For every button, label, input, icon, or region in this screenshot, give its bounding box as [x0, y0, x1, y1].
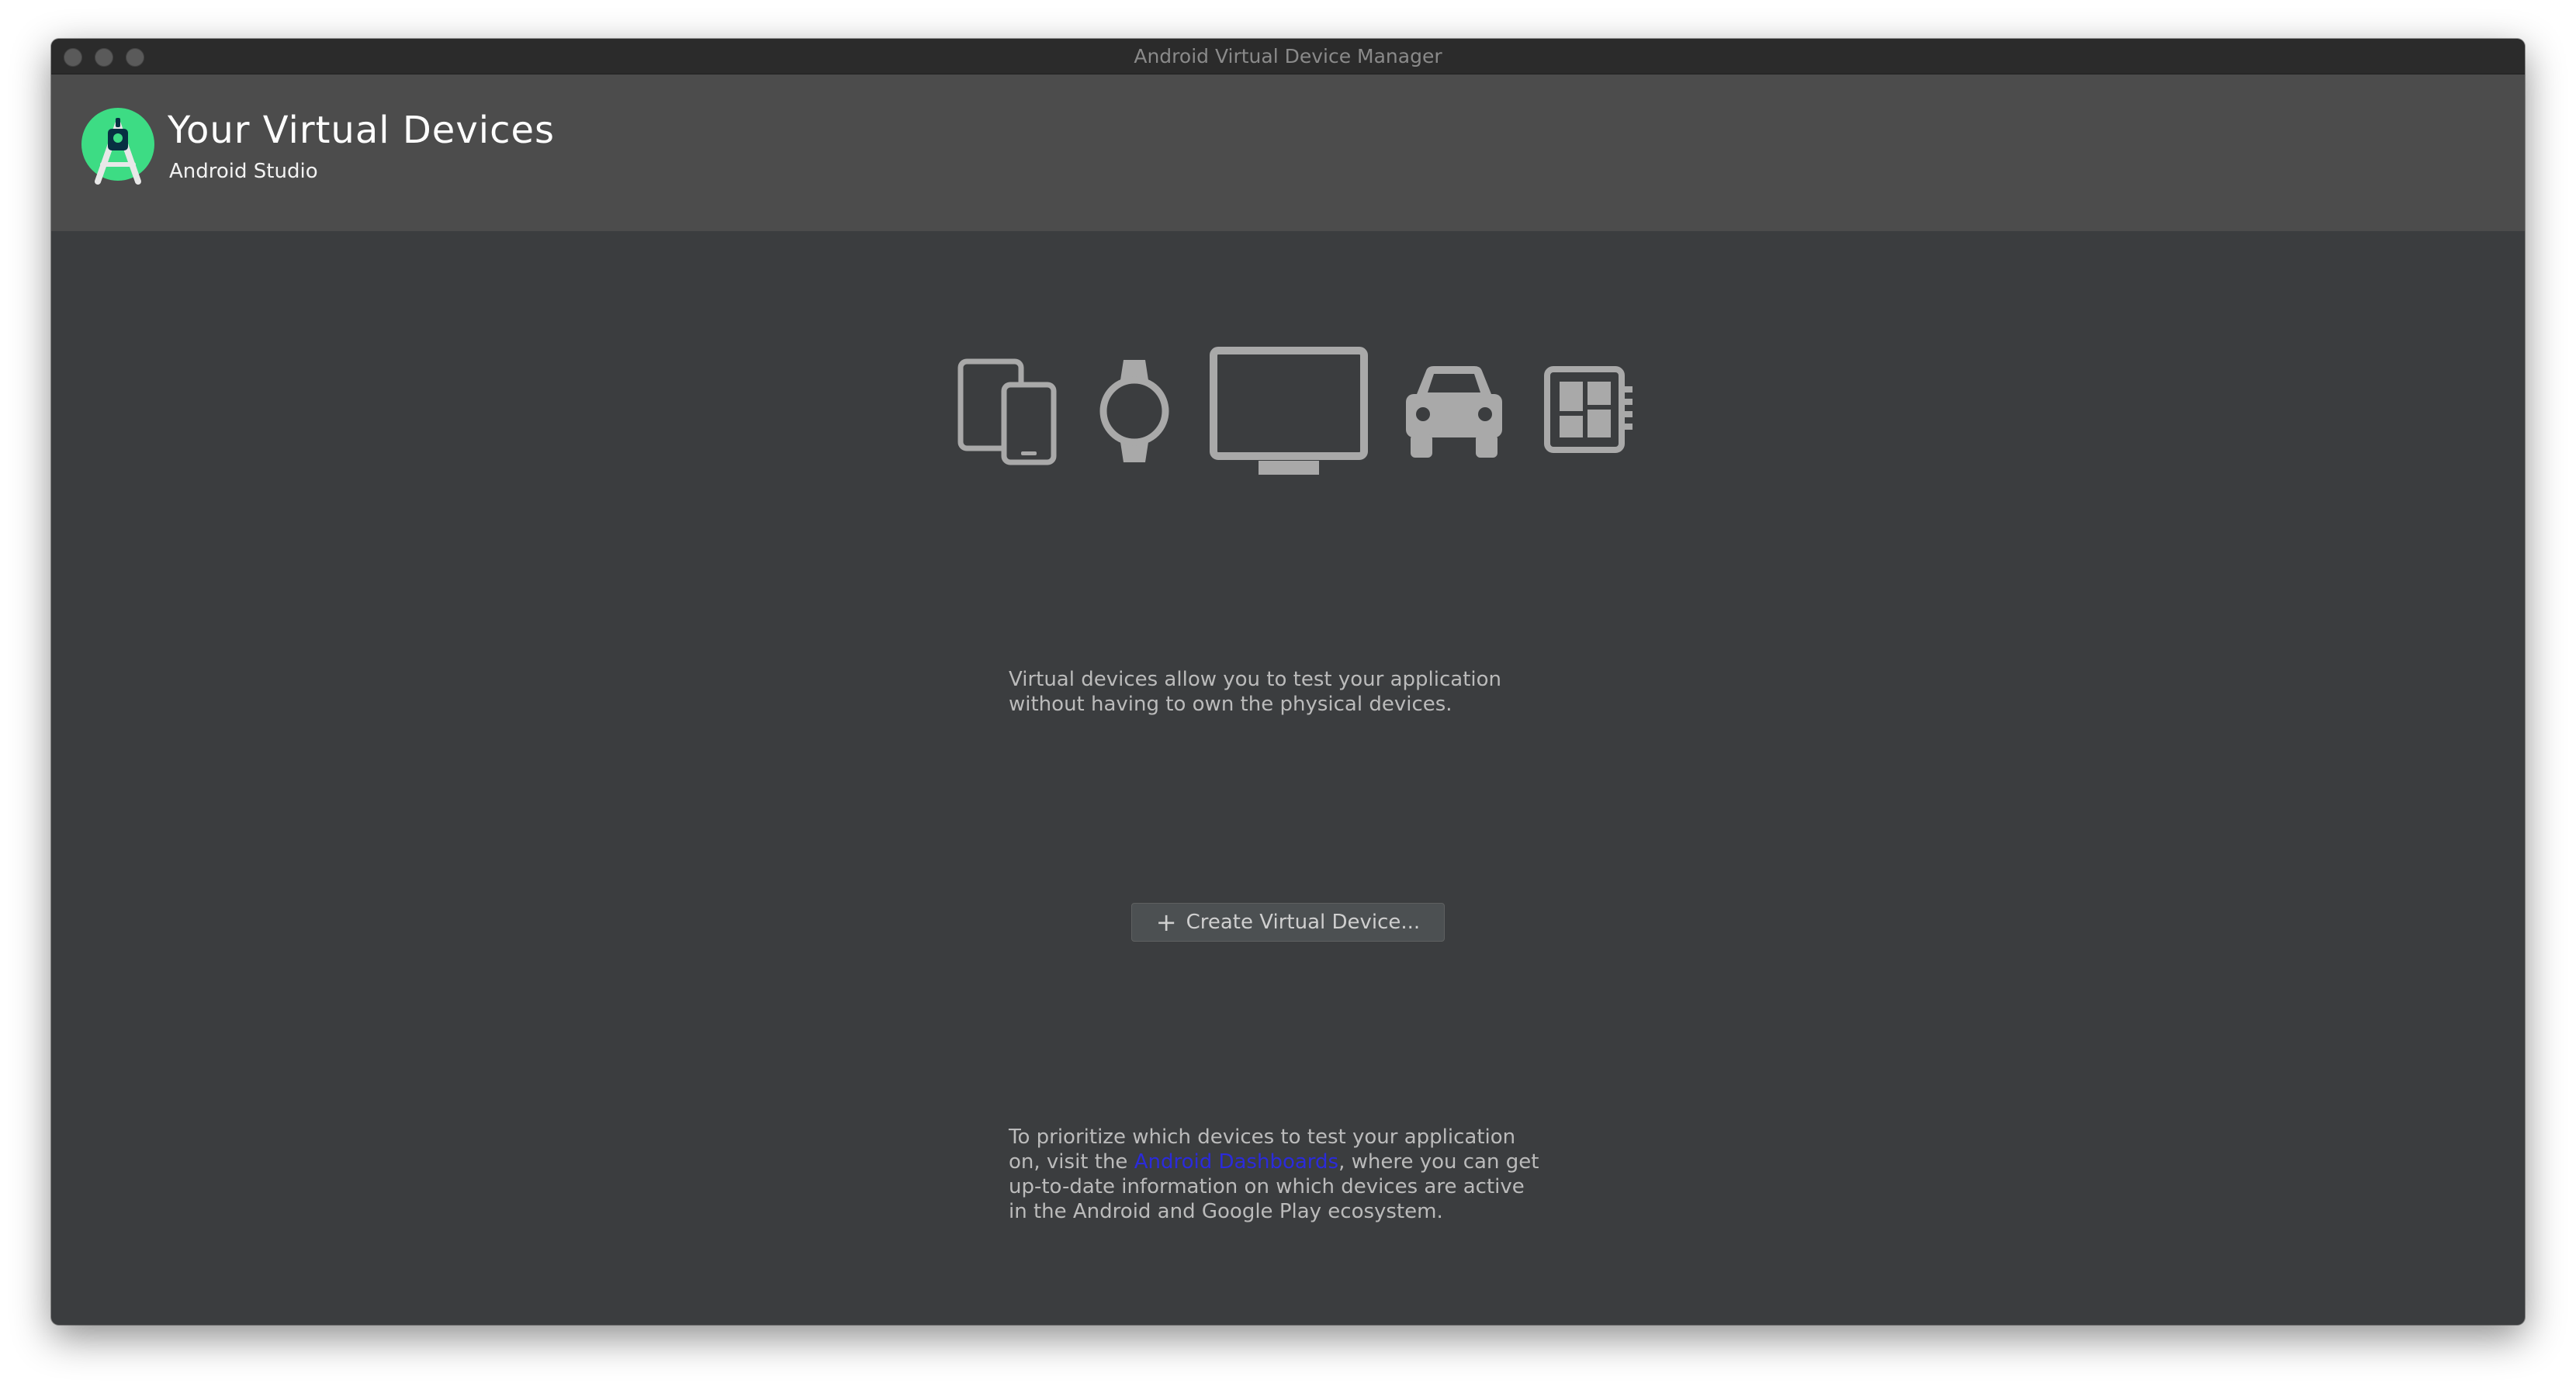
info-line: on, visit the Android Dashboards, where …	[1009, 1150, 1539, 1174]
dashboards-info-text: To prioritize which devices to test your…	[1009, 1125, 1539, 1224]
plus-icon: +	[1155, 908, 1177, 937]
create-virtual-device-label: Create Virtual Device...	[1186, 911, 1421, 934]
avd-manager-window: Android Virtual Device Manager Your Virt…	[51, 39, 2525, 1325]
info-line: up-to-date information on which devices …	[1009, 1175, 1525, 1198]
car-icon	[1406, 366, 1502, 458]
create-virtual-device-button[interactable]: + Create Virtual Device...	[1131, 903, 1445, 942]
tv-icon	[1210, 347, 1368, 475]
info-line: To prioritize which devices to test your…	[1009, 1125, 1516, 1149]
page-header: Your Virtual Devices Android Studio	[51, 74, 2525, 231]
intro-line: Virtual devices allow you to test your a…	[1009, 668, 1501, 691]
page-subtitle: Android Studio	[169, 160, 318, 183]
info-line-start: on, visit the	[1009, 1150, 1134, 1174]
phone-tablet-icon	[957, 358, 1057, 465]
android-things-icon	[1544, 366, 1633, 453]
intro-text: Virtual devices allow you to test your a…	[1009, 667, 1501, 717]
page-title: Your Virtual Devices	[168, 109, 555, 152]
window-title: Android Virtual Device Manager	[1134, 45, 1442, 67]
info-line-end: , where you can get	[1338, 1150, 1539, 1174]
android-dashboards-link[interactable]: Android Dashboards	[1134, 1150, 1338, 1174]
watch-icon	[1099, 360, 1169, 462]
info-line: in the Android and Google Play ecosystem…	[1009, 1200, 1443, 1223]
title-bar[interactable]: Android Virtual Device Manager	[51, 39, 2525, 74]
android-studio-logo-icon	[81, 108, 154, 185]
intro-line: without having to own the physical devic…	[1009, 693, 1452, 716]
